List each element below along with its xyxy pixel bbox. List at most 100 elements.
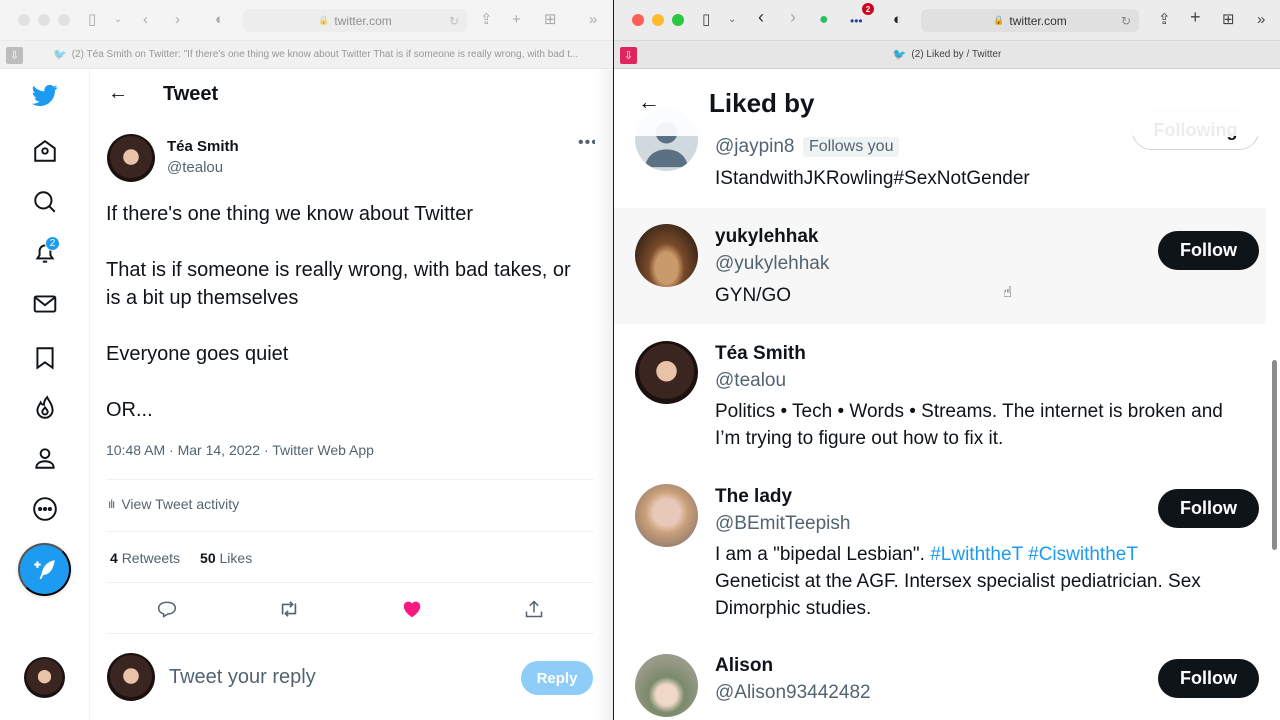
user-name[interactable]: yukylehhak: [715, 226, 819, 248]
chevron-down-icon[interactable]: ⌄: [728, 11, 736, 29]
reload-icon[interactable]: ↻: [1121, 14, 1131, 28]
share-icon[interactable]: ⇪: [480, 11, 493, 29]
tab-overview-icon[interactable]: ⊞: [544, 11, 557, 29]
user-handle[interactable]: @jaypin8: [715, 136, 795, 158]
messages-mail-icon[interactable]: [31, 290, 59, 318]
user-bio: IStandwithJKRowling#SexNotGender: [715, 168, 1030, 189]
likes-stat[interactable]: 50 Likes: [200, 550, 252, 566]
left-tab-bar: ⇩ 🐦 (2) Téa Smith on Twitter: "If there'…: [0, 40, 613, 69]
notifications-badge: 2: [45, 236, 60, 251]
zoom-window-button[interactable]: [58, 14, 70, 26]
close-window-button[interactable]: [632, 14, 644, 26]
back-arrow-icon[interactable]: ←: [108, 82, 128, 105]
user-row[interactable]: The lady @BEmitTeepish I am a "bipedal L…: [614, 466, 1266, 636]
divider: [106, 582, 594, 583]
tweet-detail-panel: ← Tweet Téa Smith @tealou ••• If there's…: [91, 70, 613, 720]
new-tab-icon[interactable]: +: [1190, 8, 1201, 26]
back-nav-icon[interactable]: ‹: [758, 8, 764, 26]
more-options-icon[interactable]: [31, 495, 59, 523]
account-avatar[interactable]: [24, 657, 65, 698]
compose-feather-icon: [33, 559, 55, 579]
hashtag-link[interactable]: #LwiththeT: [930, 544, 1023, 565]
extension-dots-icon[interactable]: •••: [850, 12, 863, 30]
evernote-extension-icon[interactable]: ●: [819, 11, 829, 29]
back-nav-icon[interactable]: ‹: [143, 11, 148, 29]
hashtag-link[interactable]: #CiswiththeT: [1028, 544, 1138, 565]
tweet-paragraph: OR...: [106, 399, 153, 421]
retweet-icon[interactable]: [277, 597, 301, 621]
forward-nav-icon[interactable]: ›: [175, 11, 180, 29]
shield-icon[interactable]: ◐: [893, 11, 902, 29]
tweet-timestamp[interactable]: 10:48 AM · Mar 14, 2022 · Twitter Web Ap…: [106, 442, 374, 458]
new-tab-icon[interactable]: +: [512, 11, 521, 29]
tweet-author-handle[interactable]: @tealou: [167, 159, 223, 176]
liked-by-header: ← Liked by: [614, 70, 1280, 136]
minimize-window-button[interactable]: [38, 14, 50, 26]
zoom-window-button[interactable]: [672, 14, 684, 26]
close-window-button[interactable]: [18, 14, 30, 26]
home-icon[interactable]: [31, 137, 59, 165]
minimize-window-button[interactable]: [652, 14, 664, 26]
right-scrollbar[interactable]: [1272, 360, 1277, 550]
bookmarks-icon[interactable]: [31, 344, 59, 372]
sidebar-toggle-icon[interactable]: ▯: [702, 11, 710, 29]
like-heart-icon[interactable]: [400, 597, 424, 621]
right-address-bar[interactable]: 🔒 twitter.com ↻: [921, 9, 1139, 32]
user-name[interactable]: Téa Smith: [715, 343, 806, 365]
user-avatar[interactable]: [635, 654, 698, 717]
user-name[interactable]: The lady: [715, 486, 792, 508]
follow-button[interactable]: Follow: [1158, 231, 1259, 270]
explore-search-icon[interactable]: [31, 188, 59, 216]
view-tweet-activity-link[interactable]: ılı View Tweet activity: [108, 496, 239, 512]
follow-button[interactable]: Follow: [1158, 659, 1259, 698]
more-toolbar-icon[interactable]: »: [589, 11, 597, 29]
back-arrow-icon[interactable]: ←: [638, 89, 660, 115]
sidebar-toggle-icon[interactable]: ▯: [88, 11, 96, 29]
left-tab[interactable]: 🐦 (2) Téa Smith on Twitter: "If there's …: [53, 48, 593, 61]
download-icon[interactable]: ⇩: [6, 47, 23, 64]
left-url-text: twitter.com: [334, 13, 392, 28]
compose-tweet-button[interactable]: [18, 543, 71, 596]
tweet-author-avatar[interactable]: [107, 134, 155, 182]
divider: [106, 633, 594, 634]
page-title: Tweet: [163, 83, 219, 105]
user-row[interactable]: Alison @Alison93442482 Follow: [614, 636, 1266, 720]
shield-icon[interactable]: ◐: [215, 11, 224, 29]
right-tab[interactable]: 🐦 (2) Liked by / Twitter: [893, 48, 1002, 61]
likes-label: Likes: [219, 550, 253, 566]
user-avatar[interactable]: [635, 224, 698, 287]
download-icon[interactable]: ⇩: [620, 47, 637, 64]
retweets-count: 4: [110, 550, 118, 566]
tab-overview-icon[interactable]: ⊞: [1222, 11, 1235, 29]
user-handle[interactable]: @Alison93442482: [715, 682, 871, 704]
left-safari-toolbar: ▯ ⌄ ‹ › ◐ 🔒 twitter.com ↻ ⇪ + ⊞ »: [0, 0, 613, 40]
user-row[interactable]: yukylehhak @yukylehhak GYN/GO Follow: [614, 208, 1266, 324]
retweets-stat[interactable]: 4 Retweets: [110, 550, 180, 566]
profile-person-icon[interactable]: [31, 444, 59, 472]
reply-icon[interactable]: [155, 597, 179, 621]
forward-nav-icon[interactable]: ›: [790, 8, 796, 26]
left-scrollbar[interactable]: [595, 70, 613, 720]
follow-button[interactable]: Follow: [1158, 489, 1259, 528]
reply-input[interactable]: Tweet your reply: [169, 666, 316, 689]
reply-button[interactable]: Reply: [521, 661, 593, 695]
user-avatar[interactable]: [635, 341, 698, 404]
user-handle[interactable]: @yukylehhak: [715, 253, 829, 275]
left-browser-window: ▯ ⌄ ‹ › ◐ 🔒 twitter.com ↻ ⇪ + ⊞ » ⇩ 🐦 (2…: [0, 0, 613, 720]
more-toolbar-icon[interactable]: »: [1257, 11, 1265, 29]
user-handle[interactable]: @BEmitTeepish: [715, 513, 850, 535]
left-address-bar[interactable]: 🔒 twitter.com ↻: [243, 9, 467, 32]
share-icon[interactable]: ⇪: [1158, 11, 1171, 29]
twitter-logo-icon[interactable]: [31, 81, 59, 109]
user-avatar[interactable]: [635, 484, 698, 547]
tweet-author-name[interactable]: Téa Smith: [167, 138, 239, 155]
twitter-sidebar: [0, 70, 90, 720]
user-name[interactable]: Alison: [715, 655, 773, 677]
user-handle[interactable]: @tealou: [715, 370, 786, 392]
chevron-down-icon[interactable]: ⌄: [114, 11, 122, 29]
topics-flame-icon[interactable]: [31, 394, 59, 422]
share-icon[interactable]: [522, 597, 546, 621]
retweets-label: Retweets: [121, 550, 181, 566]
reload-icon[interactable]: ↻: [449, 14, 459, 28]
user-row[interactable]: Téa Smith @tealou Politics • Tech • Word…: [614, 324, 1266, 458]
